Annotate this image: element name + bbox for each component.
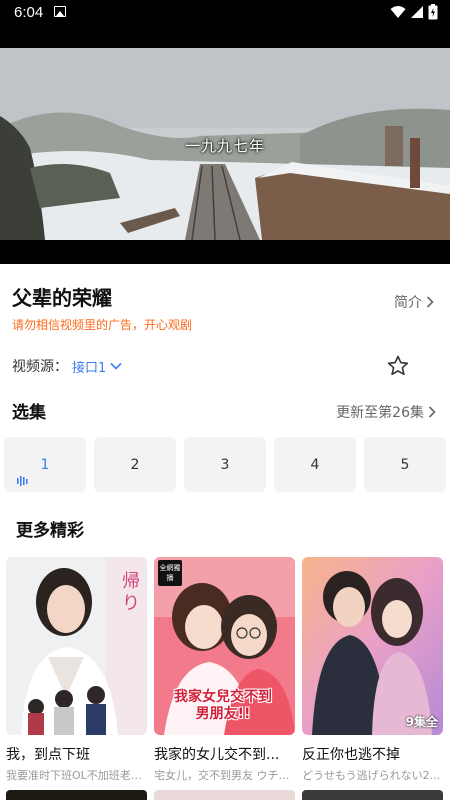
card-subtitle: どうせもう逃げられない2... <box>302 769 441 782</box>
chevron-down-icon <box>110 362 122 370</box>
exclusive-badge: 全網獨播 <box>158 560 182 586</box>
poster-title-text: 我家女兒交不到男朋友!! <box>174 689 272 722</box>
source-selector[interactable]: 接口1 <box>72 357 122 376</box>
star-icon[interactable] <box>386 354 410 378</box>
video-subtitle: 一九九七年 <box>184 137 265 155</box>
recommendation-card[interactable]: 全網獨播 我家女兒交不到男朋友!! 我家的女儿交不到... 宅女儿，交不到男友 … <box>154 557 295 783</box>
status-bar: 6:04 <box>0 0 450 48</box>
episode-button[interactable]: 5 <box>364 437 446 492</box>
update-text: 更新至第26集 <box>336 405 424 421</box>
intro-label: 简介 <box>394 295 422 311</box>
video-frame <box>0 48 450 264</box>
episode-number: 1 <box>40 456 50 473</box>
card-subtitle: 宅女儿，交不到男友 ウチの... <box>154 769 295 782</box>
card-title: 反正你也逃不掉 <box>302 747 400 763</box>
recommendation-card[interactable]: 帰 り 我，到点下班 我要准时下班OL不加班老娘... <box>6 557 147 783</box>
episode-number: 3 <box>220 456 230 473</box>
episode-button[interactable]: 1 <box>4 437 86 492</box>
image-notification-icon <box>54 6 66 17</box>
poster-image: 9集全 <box>302 557 443 735</box>
episode-number: 5 <box>400 456 410 473</box>
poster-peek <box>154 790 295 800</box>
poster-image: 帰 り <box>6 557 147 735</box>
status-time: 6:04 <box>14 4 44 21</box>
poster-peek <box>302 790 443 800</box>
episode-number: 2 <box>130 456 140 473</box>
update-info-button[interactable]: 更新至第26集 <box>336 402 436 422</box>
recommendation-list: 帰 り 我，到点下班 我要准时下班OL不加班老娘... 全網獨播 我家女兒交不到… <box>6 557 446 783</box>
card-subtitle: 我要准时下班OL不加班老娘... <box>6 769 147 782</box>
episode-list: 1 2 3 4 5 <box>4 437 446 492</box>
svg-text:り: り <box>122 593 140 614</box>
signal-icon <box>411 6 423 18</box>
intro-button[interactable]: 简介 <box>394 292 434 312</box>
episode-number: 4 <box>310 456 320 473</box>
source-label: 视频源： <box>12 359 68 375</box>
chevron-right-icon <box>428 406 436 418</box>
playing-indicator-icon <box>17 476 28 486</box>
source-value: 接口1 <box>72 360 107 376</box>
status-icons <box>390 4 438 20</box>
chevron-right-icon <box>426 296 434 308</box>
wifi-icon <box>390 6 406 18</box>
poster-image: 全網獨播 我家女兒交不到男朋友!! <box>154 557 295 735</box>
svg-text:帰: 帰 <box>122 571 140 592</box>
card-title: 我，到点下班 <box>6 747 90 763</box>
episode-button[interactable]: 2 <box>94 437 176 492</box>
episode-count-badge: 9集全 <box>405 715 438 729</box>
episodes-heading: 选集 <box>12 403 46 423</box>
video-player[interactable]: 一九九七年 <box>0 48 450 264</box>
battery-icon <box>428 4 438 20</box>
drama-title: 父辈的荣耀 <box>12 286 112 310</box>
poster-peek <box>6 790 147 800</box>
card-title: 我家的女儿交不到... <box>154 747 280 763</box>
ad-notice: 请勿相信视频里的广告，开心观剧 <box>12 318 193 332</box>
episode-button[interactable]: 4 <box>274 437 356 492</box>
episode-button[interactable]: 3 <box>184 437 266 492</box>
video-source-row: 视频源： 接口1 <box>12 356 122 376</box>
next-row-peek <box>0 790 450 800</box>
recommendation-card[interactable]: 9集全 反正你也逃不掉 どうせもう逃げられない2... <box>302 557 443 783</box>
more-heading: 更多精彩 <box>16 521 84 541</box>
